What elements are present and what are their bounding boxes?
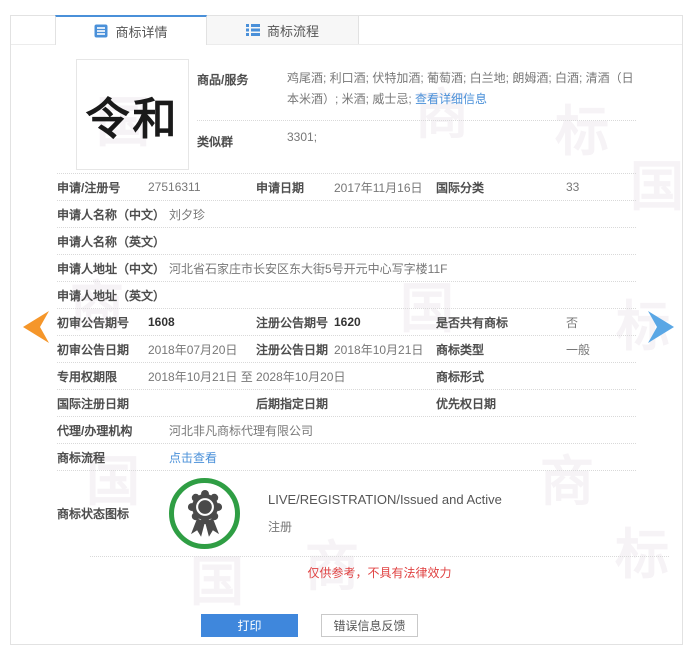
row-exclusive-period: 专用权期限 2018年10月21日 至 2028年10月20日 商标形式 bbox=[57, 362, 636, 389]
similar-group-value: 3301; bbox=[287, 130, 317, 150]
field-value: 1608 bbox=[148, 315, 256, 329]
field-value: 2018年10月21日 至 2028年10月20日 bbox=[148, 368, 436, 385]
previous-arrow-icon[interactable] bbox=[21, 308, 51, 346]
row-registration: 申请/注册号 27516311 申请日期 2017年11月16日 国际分类 33 bbox=[57, 173, 636, 200]
medal-rosette-icon bbox=[184, 489, 226, 539]
similar-group-row: 类似群 3301; bbox=[197, 121, 636, 160]
field-value: 1620 bbox=[334, 315, 436, 329]
field-label: 专用权期限 bbox=[57, 368, 148, 385]
field-value: 2018年07月20日 bbox=[148, 341, 256, 358]
status-chinese: 注册 bbox=[268, 518, 502, 535]
field-label: 商标流程 bbox=[57, 449, 169, 466]
print-button[interactable]: 打印 bbox=[201, 614, 298, 637]
status-label: 商标状态图标 bbox=[57, 505, 169, 522]
row-status: 商标状态图标 LIVE/REGISTRATION/Issu bbox=[57, 470, 636, 556]
row-address-en: 申请人地址（英文） bbox=[57, 281, 636, 308]
field-label: 申请人名称（英文） bbox=[57, 233, 169, 250]
document-icon bbox=[94, 24, 108, 38]
field-value: 河北省石家庄市长安区东大街5号开元中心写字楼11F bbox=[169, 260, 636, 277]
field-label: 申请/注册号 bbox=[57, 179, 148, 196]
field-label: 后期指定日期 bbox=[256, 395, 334, 412]
trademark-image: 令和 bbox=[76, 59, 189, 170]
row-applicant-en: 申请人名称（英文） bbox=[57, 227, 636, 254]
tab-label: 商标流程 bbox=[267, 21, 319, 40]
status-english: LIVE/REGISTRATION/Issued and Active bbox=[268, 492, 502, 507]
field-value: 河北非凡商标代理有限公司 bbox=[169, 422, 636, 439]
field-label: 优先权日期 bbox=[436, 395, 566, 412]
row-publication-date: 初审公告日期 2018年07月20日 注册公告日期 2018年10月21日 商标… bbox=[57, 335, 636, 362]
field-label: 申请人地址（中文） bbox=[57, 260, 169, 277]
row-intl-dates: 国际注册日期 后期指定日期 优先权日期 bbox=[57, 389, 636, 416]
field-value: 2017年11月16日 bbox=[334, 179, 436, 196]
button-row: 打印 错误信息反馈 bbox=[0, 614, 645, 637]
view-details-link[interactable]: 查看详细信息 bbox=[415, 92, 487, 106]
error-feedback-button[interactable]: 错误信息反馈 bbox=[321, 614, 418, 637]
view-process-link[interactable]: 点击查看 bbox=[169, 449, 217, 466]
top-section: 令和 商品/服务 鸡尾酒; 利口酒; 伏特加酒; 葡萄酒; 白兰地; 朗姆酒; … bbox=[57, 59, 636, 170]
registered-badge-icon bbox=[169, 478, 240, 549]
trademark-detail-page: 国 商 标 国 商 国 标 国 商 标 商 国 商标详情 bbox=[0, 0, 690, 652]
field-rows: 申请/注册号 27516311 申请日期 2017年11月16日 国际分类 33… bbox=[57, 173, 636, 470]
field-label: 国际注册日期 bbox=[57, 395, 148, 412]
trademark-detail-card: 商标详情 商标流程 令和 bbox=[10, 15, 683, 645]
field-value: 否 bbox=[566, 314, 636, 331]
tab-trademark-detail[interactable]: 商标详情 bbox=[55, 15, 207, 45]
similar-group-label: 类似群 bbox=[197, 130, 287, 150]
status-text: LIVE/REGISTRATION/Issued and Active 注册 bbox=[268, 492, 502, 535]
disclaimer-text: 仅供参考，不具有法律效力 bbox=[90, 556, 669, 587]
list-icon bbox=[246, 23, 260, 37]
goods-row: 商品/服务 鸡尾酒; 利口酒; 伏特加酒; 葡萄酒; 白兰地; 朗姆酒; 白酒;… bbox=[197, 59, 636, 121]
field-label: 申请日期 bbox=[256, 179, 334, 196]
field-label: 商标类型 bbox=[436, 341, 566, 358]
field-value: 33 bbox=[566, 180, 636, 194]
field-label: 是否共有商标 bbox=[436, 314, 566, 331]
field-value: 一般 bbox=[566, 341, 636, 358]
tab-bar: 商标详情 商标流程 bbox=[11, 16, 682, 45]
row-agency: 代理/办理机构 河北非凡商标代理有限公司 bbox=[57, 416, 636, 443]
tab-trademark-process[interactable]: 商标流程 bbox=[207, 15, 359, 44]
field-label: 注册公告期号 bbox=[256, 314, 334, 331]
field-label: 初审公告期号 bbox=[57, 314, 148, 331]
row-publication-no: 初审公告期号 1608 注册公告期号 1620 是否共有商标 否 bbox=[57, 308, 636, 335]
goods-panel: 商品/服务 鸡尾酒; 利口酒; 伏特加酒; 葡萄酒; 白兰地; 朗姆酒; 白酒;… bbox=[197, 59, 636, 170]
field-label: 申请人地址（英文） bbox=[57, 287, 169, 304]
goods-value: 鸡尾酒; 利口酒; 伏特加酒; 葡萄酒; 白兰地; 朗姆酒; 白酒; 清酒（日本… bbox=[287, 68, 636, 110]
field-value: 2018年10月21日 bbox=[334, 341, 436, 358]
field-label: 代理/办理机构 bbox=[57, 422, 169, 439]
next-arrow-icon[interactable] bbox=[646, 308, 676, 346]
field-value: 27516311 bbox=[148, 180, 256, 194]
tab-label: 商标详情 bbox=[115, 22, 167, 41]
row-applicant-cn: 申请人名称（中文） 刘夕珍 bbox=[57, 200, 636, 227]
field-value: 刘夕珍 bbox=[169, 206, 636, 223]
row-process: 商标流程 点击查看 bbox=[57, 443, 636, 470]
goods-label: 商品/服务 bbox=[197, 68, 287, 110]
field-label: 申请人名称（中文） bbox=[57, 206, 169, 223]
row-address-cn: 申请人地址（中文） 河北省石家庄市长安区东大街5号开元中心写字楼11F bbox=[57, 254, 636, 281]
field-label: 国际分类 bbox=[436, 179, 566, 196]
field-label: 初审公告日期 bbox=[57, 341, 148, 358]
field-label: 注册公告日期 bbox=[256, 341, 334, 358]
field-label: 商标形式 bbox=[436, 368, 566, 385]
